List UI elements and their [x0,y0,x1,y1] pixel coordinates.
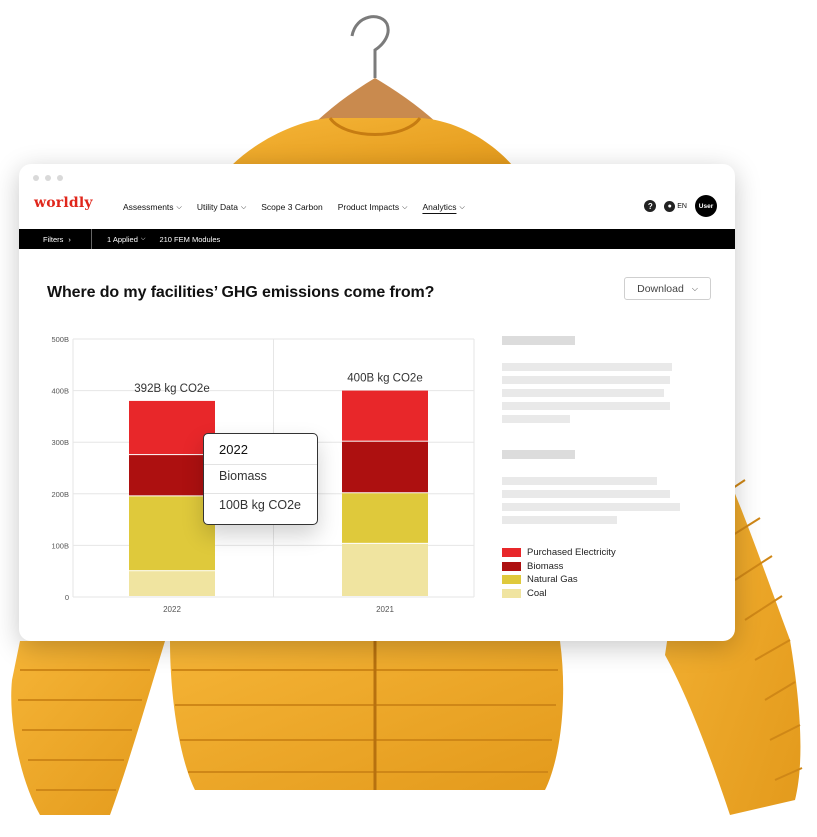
app-window: worldly Assessments ⌵ Utility Data ⌵ Sco… [19,164,735,641]
download-label: Download [637,282,684,295]
nav-item-analytics[interactable]: Analytics ⌵ [422,202,464,212]
language-selector[interactable]: ● EN [664,200,687,212]
bar-segment-biomass [342,441,428,493]
y-tick-label: 500B [51,335,69,344]
nav-item-assessments[interactable]: Assessments ⌵ [123,202,182,212]
legend-item[interactable]: Biomass [502,560,616,574]
chart-tooltip: 2022 Biomass 100B kg CO2e [203,433,318,525]
skeleton-line [502,402,670,410]
chevron-down-icon: ⌵ [459,203,465,211]
legend-label: Biomass [527,560,564,572]
window-dot-icon[interactable] [33,175,39,181]
legend-item[interactable]: Natural Gas [502,573,616,587]
filter-bar: Filters › 1 Applied ⌵ 210 FEM Modules [19,229,735,249]
chevron-down-icon: ⌵ [176,203,182,211]
skeleton-line [502,516,617,524]
y-tick-label: 400B [51,387,69,396]
legend-swatch [502,575,521,585]
legend-label: Natural Gas [527,574,578,586]
nav-item-product-impacts[interactable]: Product Impacts ⌵ [338,202,408,212]
legend-label: Purchased Electricity [527,547,616,559]
x-tick-label: 2021 [376,605,394,614]
bar-segment-coal [342,543,428,596]
user-avatar[interactable]: User [695,195,717,217]
tooltip-value: 100B kg CO2e [219,498,301,512]
x-tick-label: 2022 [163,605,181,614]
chevron-down-icon: ⌵ [402,203,408,211]
filters-button[interactable]: Filters › [19,229,92,249]
nav-item-label: Scope 3 Carbon [261,202,323,212]
legend-swatch [502,548,521,558]
y-tick-label: 0 [65,593,69,602]
language-label: EN [677,202,687,210]
download-button[interactable]: Download ⌵ [624,277,711,300]
top-navigation: worldly Assessments ⌵ Utility Data ⌵ Sco… [19,192,735,228]
window-dot-icon[interactable] [57,175,63,181]
nav-item-utility-data[interactable]: Utility Data ⌵ [197,202,246,212]
y-tick-label: 100B [51,541,69,550]
legend-swatch [502,588,521,598]
bar-segment-coal [129,571,215,596]
bar-total-label: 392B kg CO2e [134,383,209,395]
skeleton-line [502,477,657,485]
skeleton-line [502,389,664,397]
nav-item-label: Analytics [422,202,457,212]
applied-filters-dropdown[interactable]: 1 Applied ⌵ [92,235,145,244]
y-tick-label: 200B [51,490,69,499]
nav-menu: Assessments ⌵ Utility Data ⌵ Scope 3 Car… [123,202,465,212]
brand-logo[interactable]: worldly [34,195,93,211]
y-tick-label: 300B [51,438,69,447]
chevron-right-icon: › [68,234,71,244]
bar-segment-purchased-electricity [342,390,428,441]
skeleton-line [502,503,680,511]
legend-item[interactable]: Purchased Electricity [502,546,616,560]
skeleton-line [502,415,570,423]
skeleton-line [502,363,672,371]
chevron-down-icon: ⌵ [240,203,247,211]
applied-label: 1 Applied [107,234,138,244]
page-title: Where do my facilities’ GHG emissions co… [47,284,435,301]
chevron-down-icon: ⌵ [691,283,698,293]
nav-item-label: Product Impacts [337,202,400,212]
globe-icon: ● [664,200,676,212]
tooltip-series: Biomass [219,469,267,483]
legend-item[interactable]: Coal [502,587,616,601]
modules-count: 210 FEM Modules [159,234,221,244]
nav-item-label: Assessments [123,202,174,212]
skeleton-heading [502,450,575,459]
nav-utilities: ? ● EN User [644,195,717,217]
window-dot-icon[interactable] [45,175,51,181]
bar-segment-natural-gas [342,493,428,543]
bar-total-label: 400B kg CO2e [347,373,422,385]
window-controls [33,175,63,181]
skeleton-heading [502,336,575,345]
nav-item-label: Utility Data [196,202,238,212]
filters-label: Filters [43,234,64,244]
skeleton-line [502,376,670,384]
chart-legend: Purchased Electricity Biomass Natural Gas C… [502,546,616,600]
skeleton-line [502,490,670,498]
legend-label: Coal [527,587,547,599]
legend-swatch [502,561,521,571]
question-icon[interactable]: ? [644,200,657,212]
nav-item-scope-3-carbon[interactable]: Scope 3 Carbon [261,202,322,212]
tooltip-year: 2022 [219,442,248,457]
